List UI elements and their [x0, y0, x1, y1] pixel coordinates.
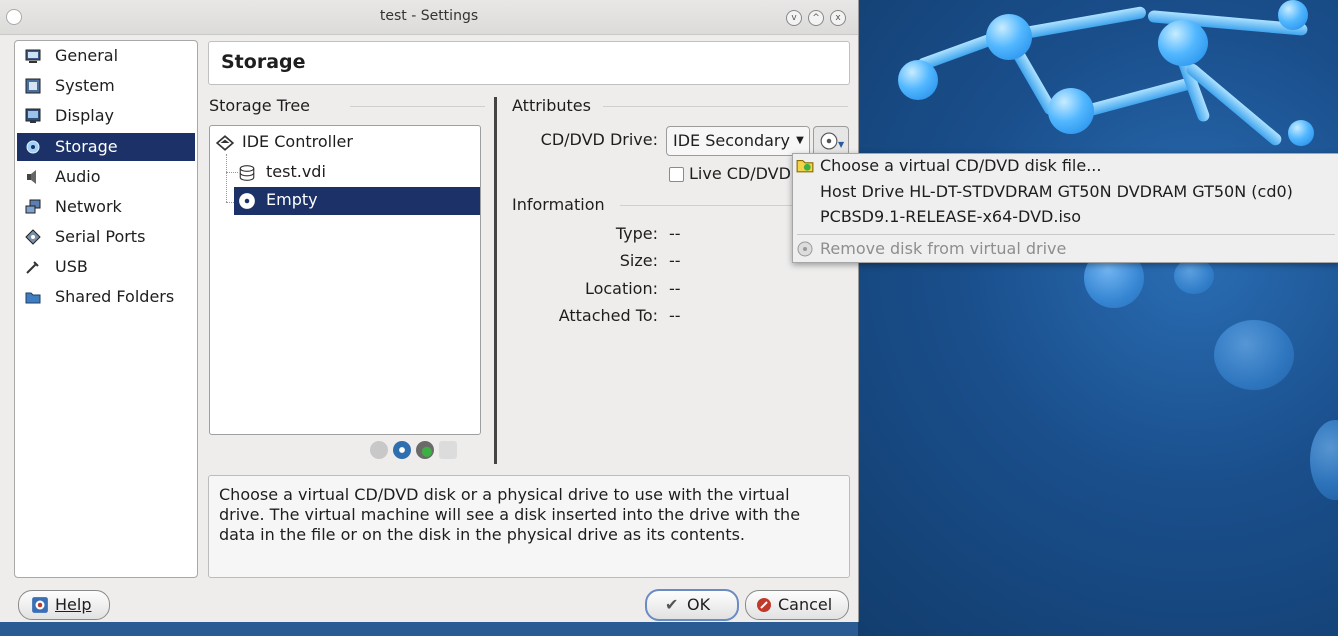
help-label: Help	[55, 595, 92, 614]
network-icon	[25, 199, 41, 214]
category-list: General System Display Storage Audio Net…	[14, 40, 198, 578]
category-usb[interactable]: USB	[17, 253, 195, 281]
chevron-down-icon: ▼	[791, 127, 809, 155]
remove-disk-icon	[797, 241, 813, 257]
cd-drive-label: CD/DVD Drive:	[540, 130, 658, 149]
category-label: System	[55, 76, 115, 95]
speaker-icon	[27, 170, 36, 184]
category-audio[interactable]: Audio	[17, 163, 195, 191]
page-title: Storage	[221, 51, 306, 73]
help-icon	[32, 597, 48, 613]
menu-separator	[797, 234, 1335, 235]
category-label: Audio	[55, 167, 101, 186]
title-bar[interactable]: test - Settings v ^ x	[0, 0, 858, 35]
info-label: Attached To:	[558, 306, 658, 325]
remove-attachment-icon[interactable]	[439, 441, 457, 459]
add-attachment-icon[interactable]	[416, 441, 434, 459]
desktop-strip	[0, 622, 858, 636]
divider	[620, 205, 792, 206]
close-icon[interactable]: x	[830, 10, 846, 26]
category-general[interactable]: General	[17, 42, 195, 70]
category-label: General	[55, 46, 119, 65]
category-label: Network	[55, 197, 122, 216]
menu-item-iso[interactable]: PCBSD9.1-RELEASE-x64-DVD.iso	[820, 207, 1081, 226]
info-label: Type:	[615, 224, 658, 243]
cd-drive-select[interactable]: IDE Secondary Master ▼	[666, 126, 810, 156]
category-label: Shared Folders	[55, 287, 175, 306]
cd-drive-value: IDE Secondary Master	[673, 131, 809, 150]
description-text: Choose a virtual CD/DVD disk or a physic…	[219, 485, 801, 544]
disk-icon	[26, 140, 40, 154]
context-help-icon[interactable]: v	[786, 10, 802, 26]
category-display[interactable]: Display	[17, 102, 195, 130]
info-value: --	[669, 251, 681, 270]
display-icon	[25, 108, 41, 123]
divider	[603, 106, 848, 107]
divider	[350, 106, 485, 107]
desktop-wallpaper	[858, 0, 1338, 636]
chevron-down-icon: ▼	[838, 140, 845, 149]
live-cd-label: Live CD/DVD	[689, 164, 791, 183]
usb-icon	[26, 261, 39, 274]
menu-item-host-drive[interactable]: Host Drive HL-DT-STDVDRAM GT50N DVDRAM G…	[820, 182, 1293, 201]
cancel-label: Cancel	[778, 595, 833, 614]
monitor-icon	[25, 49, 41, 63]
tree-item-test-vdi[interactable]: test.vdi	[266, 162, 326, 181]
tree-item-controller[interactable]: IDE Controller	[242, 132, 353, 151]
storage-tree[interactable]: IDE Controller test.vdi Empty	[209, 125, 481, 435]
category-serial-ports[interactable]: Serial Ports	[17, 223, 195, 251]
ok-button[interactable]: ✔ OK	[645, 589, 739, 621]
tree-line	[226, 172, 238, 173]
serial-icon	[25, 229, 41, 245]
cancel-icon	[757, 598, 771, 612]
category-system[interactable]: System	[17, 72, 195, 100]
category-label: Display	[55, 106, 114, 125]
information-heading: Information	[512, 195, 605, 214]
category-label: Serial Ports	[55, 227, 146, 246]
check-icon: ✔	[665, 595, 679, 614]
info-label: Location:	[584, 279, 658, 298]
category-label: Storage	[55, 137, 118, 156]
folder-icon	[25, 292, 41, 304]
info-value: --	[669, 224, 681, 243]
tree-line	[226, 154, 227, 202]
category-shared-folders[interactable]: Shared Folders	[17, 283, 195, 311]
cd-icon	[239, 193, 255, 209]
choose-disk-button[interactable]: ▼	[813, 126, 849, 156]
info-label: Size:	[619, 251, 658, 270]
menu-item-remove-disk: Remove disk from virtual drive	[820, 239, 1067, 258]
controller-icon	[216, 135, 234, 151]
help-button[interactable]: Help	[18, 590, 110, 620]
maximize-icon[interactable]: ^	[808, 10, 824, 26]
splitter[interactable]	[494, 97, 497, 464]
storage-tree-heading: Storage Tree	[209, 96, 311, 115]
menu-item-choose-file[interactable]: Choose a virtual CD/DVD disk file...	[820, 156, 1101, 175]
tree-line	[226, 202, 234, 203]
category-label: USB	[55, 257, 88, 276]
live-cd-checkbox[interactable]	[669, 167, 684, 182]
disk-popup-menu: Choose a virtual CD/DVD disk file... Hos…	[792, 153, 1338, 263]
attributes-heading: Attributes	[512, 96, 591, 115]
ok-label: OK	[687, 595, 711, 614]
cd-icon	[820, 132, 838, 150]
add-controller-icon[interactable]	[370, 441, 388, 459]
settings-dialog: test - Settings v ^ x General System Dis…	[0, 0, 859, 622]
open-file-icon	[796, 159, 814, 173]
description-box: Choose a virtual CD/DVD disk or a physic…	[208, 475, 850, 578]
hdd-icon	[239, 165, 255, 181]
tree-item-empty[interactable]: Empty	[234, 187, 480, 215]
info-value: --	[669, 279, 681, 298]
cancel-button[interactable]: Cancel	[745, 590, 849, 620]
window-title: test - Settings	[379, 8, 479, 24]
category-network[interactable]: Network	[17, 193, 195, 221]
chip-icon	[25, 78, 41, 94]
add-cd-icon[interactable]	[393, 441, 411, 459]
info-value: --	[669, 306, 681, 325]
page-header: Storage	[208, 41, 850, 85]
tree-item-label: Empty	[266, 190, 318, 209]
category-storage[interactable]: Storage	[17, 133, 195, 161]
